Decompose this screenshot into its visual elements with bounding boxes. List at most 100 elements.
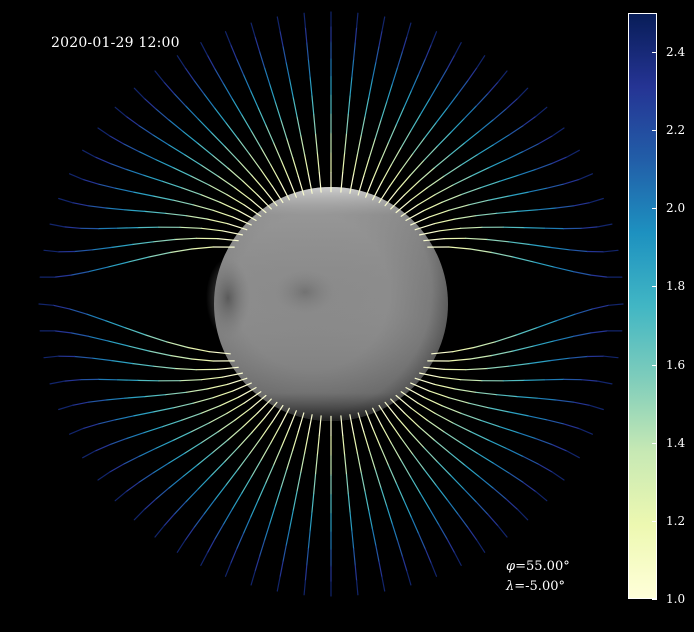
field-line-segment (105, 320, 126, 329)
field-line-segment (307, 58, 311, 78)
field-line-segment (260, 442, 272, 461)
colorbar-tick (652, 599, 657, 600)
field-line-segment (488, 439, 508, 450)
field-line-segment (217, 419, 236, 433)
field-line-segment (381, 164, 392, 183)
field-line-segment (433, 439, 451, 454)
field-line-segment (92, 357, 113, 362)
field-line-segment (529, 243, 551, 248)
field-line-segment (568, 355, 588, 359)
field-line-segment (185, 488, 199, 503)
field-line-segment (200, 405, 221, 414)
field-line-segment (208, 412, 228, 424)
field-line-segment (114, 187, 135, 193)
field-line-segment (241, 476, 252, 494)
field-line-segment (419, 492, 431, 510)
field-line-segment (505, 151, 524, 161)
field-line-segment (475, 93, 489, 107)
field-line-segment (300, 452, 306, 474)
field-line-segment (423, 396, 443, 407)
field-line-segment (386, 83, 393, 103)
phi-symbol: φ (506, 559, 516, 574)
field-line-segment (232, 382, 252, 392)
field-line-segment (210, 131, 226, 147)
field-line-segment (409, 159, 425, 176)
field-line-segment (197, 118, 212, 133)
field-line-segment (86, 313, 107, 322)
field-line-segment (114, 106, 127, 117)
field-line-segment (214, 107, 227, 124)
field-line-segment (303, 12, 306, 28)
field-line-segment (226, 402, 245, 414)
field-line-segment (406, 22, 412, 38)
field-line-segment (553, 335, 574, 342)
field-line-segment (400, 130, 412, 149)
field-line-segment (311, 94, 315, 115)
field-line-segment (508, 362, 531, 367)
field-line-segment (143, 174, 163, 182)
field-line-segment (535, 438, 553, 446)
field-line-segment (368, 138, 376, 158)
field-line-segment (491, 350, 514, 357)
field-line-segment (363, 156, 370, 177)
field-line-segment (214, 484, 227, 501)
field-line-segment (527, 187, 548, 193)
field-line-segment (349, 512, 353, 532)
field-line-segment (436, 461, 452, 477)
field-line-segment (460, 226, 483, 229)
field-line-segment (467, 67, 478, 81)
field-line-segment (313, 473, 317, 495)
field-line-segment (588, 197, 604, 204)
field-line-segment (234, 187, 252, 201)
field-line-segment (566, 149, 580, 158)
field-line-segment (173, 93, 187, 107)
field-line-segment (603, 355, 619, 359)
field-line-segment (236, 58, 245, 76)
field-line-segment (608, 303, 624, 306)
field-line-segment (222, 508, 233, 526)
phi-value: =55.00° (515, 559, 570, 574)
field-line-segment (555, 205, 575, 209)
field-line-segment (468, 199, 490, 206)
field-line-segment (428, 209, 450, 218)
field-line-segment (154, 525, 165, 538)
field-line-segment (224, 31, 232, 46)
field-line-segment (206, 383, 228, 390)
field-line-segment (208, 184, 228, 196)
field-line-segment (476, 144, 495, 156)
field-line-segment (423, 145, 438, 162)
field-line-segment (289, 79, 294, 99)
colorbar-tick-label: 1.4 (666, 435, 686, 450)
field-line-segment (304, 154, 309, 175)
field-line-segment (464, 130, 480, 144)
field-line-segment (381, 425, 392, 444)
field-line-segment (497, 70, 508, 83)
field-line-segment (505, 498, 519, 511)
field-line-segment (131, 362, 154, 367)
field-line-segment (591, 304, 610, 310)
field-line-segment (476, 539, 486, 553)
field-line-segment (424, 548, 432, 564)
field-line-segment (347, 94, 351, 115)
field-line-segment (107, 261, 129, 268)
field-line-segment (131, 241, 154, 246)
field-line-segment (193, 513, 205, 529)
field-line-segment (123, 143, 140, 153)
field-line-segment (38, 303, 54, 306)
field-line-segment (395, 107, 405, 126)
field-line-segment (296, 115, 302, 137)
field-line-segment (269, 505, 276, 525)
field-line-segment (125, 168, 145, 176)
field-line-segment (460, 412, 482, 421)
timestamp-label: 2020-01-29 12:00 (51, 35, 180, 51)
field-line-segment (237, 159, 253, 176)
field-line-segment (454, 215, 477, 220)
field-line-segment (282, 544, 287, 563)
field-line-segment (551, 471, 565, 481)
field-line-segment (578, 173, 593, 180)
field-line-segment (460, 379, 483, 382)
field-line-segment (597, 223, 613, 228)
field-line-segment (200, 376, 223, 381)
field-line-segment (499, 426, 519, 434)
field-line-segment (446, 499, 459, 515)
